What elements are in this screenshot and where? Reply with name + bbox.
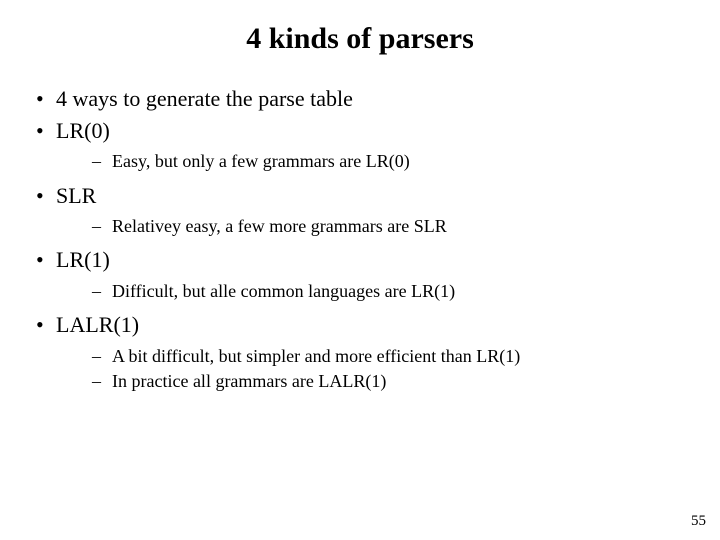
list-item: 4 ways to generate the parse table [30,84,690,114]
sub-bullet-text: A bit difficult, but simpler and more ef… [112,346,520,366]
sub-bullet-text: Difficult, but alle common languages are… [112,281,455,301]
sub-list: Difficult, but alle common languages are… [56,279,690,304]
sub-bullet-text: Relativey easy, a few more grammars are … [112,216,447,236]
sub-list-item: A bit difficult, but simpler and more ef… [56,344,690,369]
sub-list-item: Difficult, but alle common languages are… [56,279,690,304]
bullet-text: 4 ways to generate the parse table [56,86,353,111]
list-item: SLR Relativey easy, a few more grammars … [30,181,690,240]
bullet-list: 4 ways to generate the parse table LR(0)… [30,84,690,394]
bullet-text: LR(0) [56,118,110,143]
sub-list: Easy, but only a few grammars are LR(0) [56,149,690,174]
list-item: LR(0) Easy, but only a few grammars are … [30,116,690,175]
sub-list-item: Relativey easy, a few more grammars are … [56,214,690,239]
list-item: LR(1) Difficult, but alle common languag… [30,245,690,304]
sub-list: A bit difficult, but simpler and more ef… [56,344,690,394]
list-item: LALR(1) A bit difficult, but simpler and… [30,310,690,394]
page-number: 55 [691,513,706,530]
slide-title: 4 kinds of parsers [30,22,690,56]
sub-bullet-text: In practice all grammars are LALR(1) [112,371,386,391]
sub-bullet-text: Easy, but only a few grammars are LR(0) [112,151,410,171]
bullet-text: LR(1) [56,247,110,272]
sub-list-item: In practice all grammars are LALR(1) [56,369,690,394]
sub-list: Relativey easy, a few more grammars are … [56,214,690,239]
sub-list-item: Easy, but only a few grammars are LR(0) [56,149,690,174]
bullet-text: SLR [56,183,96,208]
bullet-text: LALR(1) [56,312,139,337]
slide: 4 kinds of parsers 4 ways to generate th… [0,0,720,540]
